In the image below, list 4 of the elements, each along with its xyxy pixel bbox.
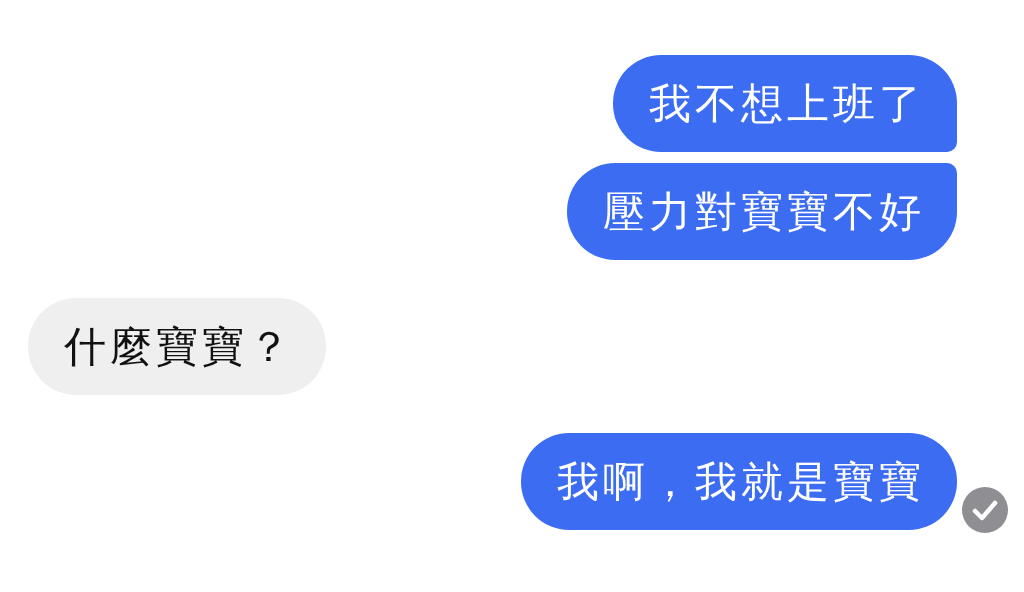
message-bubble: 我不想上班了 <box>613 55 957 152</box>
message-bubble: 壓力對寶寶不好 <box>567 163 957 260</box>
message-bubble: 什麼寶寶？ <box>28 298 326 395</box>
message-bubble: 我啊，我就是寶寶 <box>521 433 957 530</box>
